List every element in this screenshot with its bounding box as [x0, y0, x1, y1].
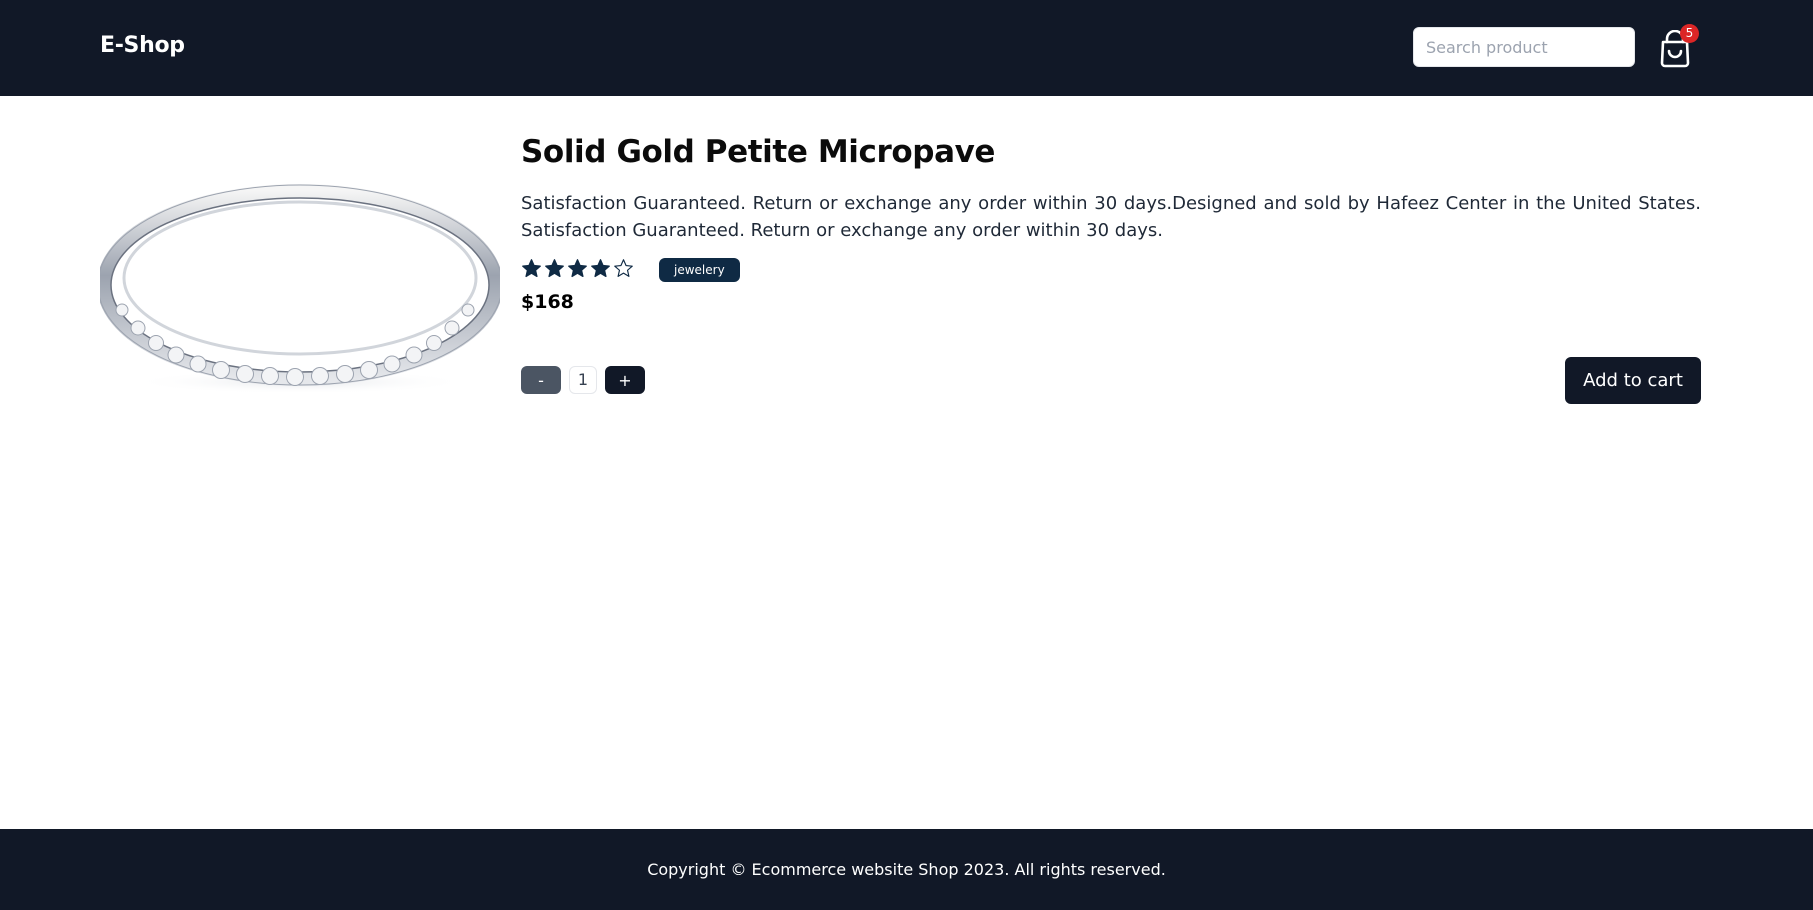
quantity-value: 1 — [569, 366, 597, 394]
product-image — [97, 160, 503, 400]
site-footer: Copyright © Ecommerce website Shop 2023.… — [0, 829, 1813, 910]
copyright-text: Copyright © Ecommerce website Shop 2023.… — [647, 860, 1166, 879]
ring-image — [97, 184, 503, 394]
star-filled-icon — [522, 259, 541, 278]
cart-count-badge: 5 — [1680, 24, 1699, 43]
star-filled-icon — [545, 259, 564, 278]
product-description: Satisfaction Guaranteed. Return or excha… — [521, 193, 1701, 241]
site-header: E-Shop 5 — [0, 0, 1813, 96]
star-empty-icon — [614, 259, 633, 277]
star-filled-icon — [591, 259, 610, 278]
category-badge[interactable]: jewelery — [659, 258, 740, 282]
quantity-decrease-button[interactable]: - — [521, 366, 561, 394]
cart-button[interactable]: 5 — [1654, 24, 1699, 72]
site-logo[interactable]: E-Shop — [100, 33, 185, 58]
product-price: $168 — [521, 291, 574, 313]
search-input[interactable] — [1413, 27, 1635, 67]
product-title: Solid Gold Petite Micropave — [521, 134, 996, 170]
star-filled-icon — [568, 259, 587, 278]
quantity-increase-button[interactable]: + — [605, 366, 645, 394]
add-to-cart-button[interactable]: Add to cart — [1565, 357, 1701, 404]
product-rating — [521, 258, 634, 279]
